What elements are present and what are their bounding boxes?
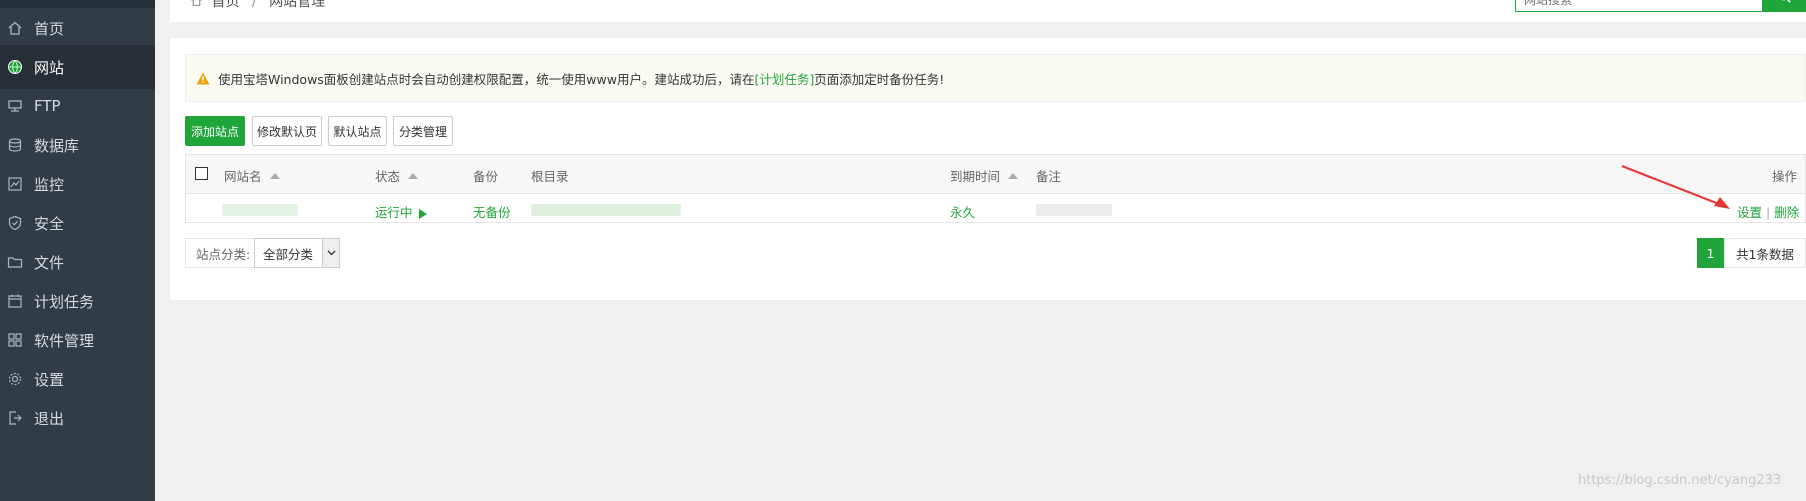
- sidebar-item-label: 退出: [34, 409, 65, 428]
- search-input[interactable]: [1516, 0, 1736, 13]
- table-footer: 站点分类: 全部分类 1 共1条数据: [185, 238, 1806, 268]
- play-icon: [418, 208, 427, 219]
- sidebar-item-label: 计划任务: [34, 292, 95, 311]
- sidebar-item-logout[interactable]: 退出: [0, 396, 155, 440]
- sidebar-item-security[interactable]: 安全: [0, 201, 155, 245]
- site-remark-redacted[interactable]: [1036, 204, 1112, 216]
- apps-icon: [6, 331, 24, 349]
- sidebar-item-label: 数据库: [34, 136, 80, 155]
- column-header-label: 状态: [375, 169, 401, 184]
- column-header-label: 网站名: [224, 169, 262, 184]
- category-select[interactable]: 全部分类: [254, 238, 340, 268]
- sidebar-item-website[interactable]: 网站: [0, 45, 155, 89]
- select-all-checkbox[interactable]: [195, 167, 208, 180]
- search-icon: [1778, 0, 1792, 8]
- home-icon: [190, 0, 203, 11]
- logout-icon: [6, 409, 24, 427]
- column-header-label: 到期时间: [950, 169, 1001, 184]
- sidebar-item-label: 文件: [34, 253, 65, 272]
- breadcrumb-separator: /: [251, 0, 257, 10]
- site-status[interactable]: 运行中: [375, 202, 427, 221]
- sort-asc-icon: [408, 172, 419, 179]
- breadcrumb: 首页 / 网站管理: [190, 0, 325, 11]
- monitor-icon: [6, 175, 24, 193]
- pagination-current-page[interactable]: 1: [1697, 238, 1724, 268]
- shield-icon: [6, 214, 24, 232]
- category-filter-label: 站点分类:: [185, 238, 262, 268]
- search-button[interactable]: [1763, 0, 1806, 12]
- sidebar-item-label: 设置: [34, 370, 65, 389]
- column-header-backup: 备份: [473, 169, 499, 184]
- notice-banner: 使用宝塔Windows面板创建站点时会自动创建权限配置，统一使用www用户。建站…: [185, 54, 1806, 102]
- column-header-status[interactable]: 状态: [375, 166, 419, 185]
- site-status-label: 运行中: [375, 205, 413, 220]
- table-header: 网站名 状态 备份 根目录 到期时间 备注 操作: [186, 155, 1805, 194]
- sidebar-item-label: FTP: [34, 97, 61, 115]
- warning-icon: [196, 72, 210, 85]
- folder-icon: [6, 253, 24, 271]
- sort-asc-icon: [269, 172, 280, 179]
- action-separator: |: [1766, 205, 1771, 220]
- ftp-icon: [6, 97, 24, 115]
- search-box: [1515, 0, 1763, 13]
- default-site-button[interactable]: 默认站点: [328, 116, 387, 146]
- globe-icon: [6, 58, 24, 76]
- site-actions: 设置 | 删除: [1737, 202, 1799, 221]
- site-root-redacted[interactable]: [531, 204, 681, 216]
- chevron-down-icon: [322, 239, 339, 267]
- sidebar-item-database[interactable]: 数据库: [0, 123, 155, 167]
- notice-text-end: 页面添加定时备份任务!: [814, 71, 945, 87]
- add-site-button[interactable]: 添加站点: [185, 116, 245, 146]
- column-header-name[interactable]: 网站名: [224, 166, 280, 185]
- site-name-redacted[interactable]: [222, 204, 298, 216]
- site-expire[interactable]: 永久: [950, 202, 975, 221]
- sidebar: 首页 网站 FTP 数据库 监控 安全 文件 计划任务 软件管理 设置 退出: [0, 0, 155, 501]
- site-backup-link[interactable]: 无备份: [473, 202, 511, 221]
- category-manage-button[interactable]: 分类管理: [393, 116, 453, 146]
- sidebar-item-label: 软件管理: [34, 331, 95, 350]
- pagination-total: 共1条数据: [1724, 238, 1806, 268]
- sidebar-item-label: 监控: [34, 175, 65, 194]
- table-row: 运行中 无备份 永久 设置 | 删除: [186, 194, 1805, 224]
- sidebar-item-label: 网站: [34, 58, 65, 77]
- sites-table: 网站名 状态 备份 根目录 到期时间 备注 操作 运行中 无备份 永久 设置 |…: [185, 154, 1806, 223]
- sidebar-item-settings[interactable]: 设置: [0, 357, 155, 401]
- column-header-expire[interactable]: 到期时间: [950, 166, 1019, 185]
- site-settings-link[interactable]: 设置: [1737, 205, 1762, 220]
- sidebar-item-home[interactable]: 首页: [0, 6, 155, 50]
- database-icon: [6, 136, 24, 154]
- sidebar-item-software[interactable]: 软件管理: [0, 318, 155, 362]
- edit-default-page-button[interactable]: 修改默认页: [252, 116, 322, 146]
- column-header-root: 根目录: [531, 169, 569, 184]
- sidebar-item-monitor[interactable]: 监控: [0, 162, 155, 206]
- sidebar-item-files[interactable]: 文件: [0, 240, 155, 284]
- column-header-actions: 操作: [1772, 169, 1798, 184]
- watermark: https://blog.csdn.net/cyang233: [1578, 473, 1782, 488]
- calendar-icon: [6, 292, 24, 310]
- sidebar-item-cron[interactable]: 计划任务: [0, 279, 155, 323]
- category-select-value: 全部分类: [263, 246, 314, 262]
- header-bar: 首页 / 网站管理: [170, 0, 1806, 22]
- breadcrumb-home[interactable]: 首页: [211, 0, 239, 10]
- sort-asc-icon: [1008, 172, 1019, 179]
- home-icon: [6, 19, 24, 37]
- gear-icon: [6, 370, 24, 388]
- sidebar-item-label: 安全: [34, 214, 65, 233]
- column-header-remark: 备注: [1036, 169, 1062, 184]
- breadcrumb-current: 网站管理: [269, 0, 326, 10]
- sidebar-item-ftp[interactable]: FTP: [0, 84, 155, 128]
- notice-text: 使用宝塔Windows面板创建站点时会自动创建权限配置，统一使用www用户。建站…: [218, 71, 755, 87]
- sidebar-item-label: 首页: [34, 19, 65, 38]
- site-management-panel: 使用宝塔Windows面板创建站点时会自动创建权限配置，统一使用www用户。建站…: [170, 38, 1806, 300]
- site-delete-link[interactable]: 删除: [1774, 205, 1799, 220]
- notice-cron-link[interactable]: [计划任务]: [754, 69, 814, 88]
